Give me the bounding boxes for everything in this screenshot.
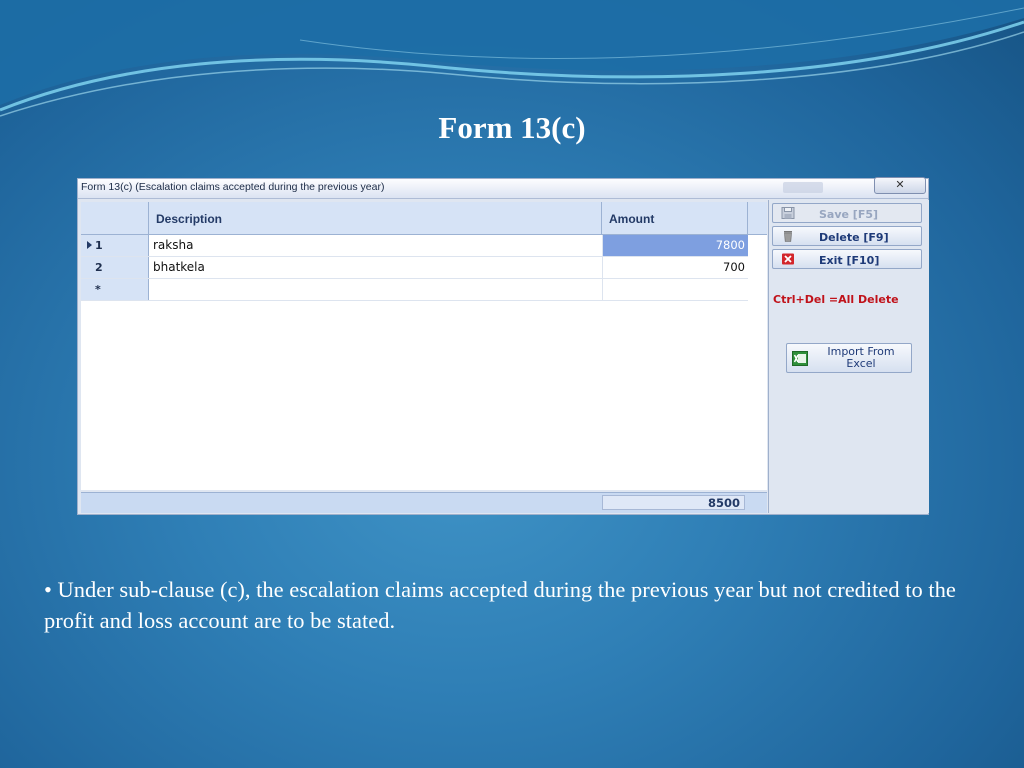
save-button[interactable]: Save [F5] <box>772 203 922 223</box>
form-window: Form 13(c) (Escalation claims accepted d… <box>77 177 929 515</box>
column-header-label: Description <box>156 212 223 226</box>
row-number: 2 <box>95 261 103 274</box>
column-header-label: Amount <box>609 212 655 226</box>
column-header-description[interactable]: Description <box>149 202 602 235</box>
save-button-label: Save [F5] <box>819 208 879 221</box>
amount-cell[interactable]: 7800 <box>602 235 748 256</box>
import-label-line2: Excel <box>846 357 876 370</box>
row-header[interactable]: 2 <box>81 257 149 278</box>
table-row[interactable]: 2 bhatkela 700 <box>81 257 748 279</box>
column-header-filler <box>748 202 767 235</box>
row-number: 1 <box>95 239 103 252</box>
amount-cell[interactable]: 700 <box>602 257 748 278</box>
row-header[interactable]: * <box>81 279 149 300</box>
new-row[interactable]: * <box>81 279 748 301</box>
row-header[interactable]: 1 <box>81 235 149 256</box>
description-cell[interactable]: bhatkela <box>153 260 205 274</box>
slide-title: Form 13(c) <box>438 110 586 145</box>
grid-footer: 8500 <box>81 492 767 513</box>
delete-button-label: Delete [F9] <box>819 231 889 244</box>
row-header-corner <box>81 202 149 235</box>
window-title: Form 13(c) (Escalation claims accepted d… <box>81 181 385 193</box>
bullet-text: • Under sub-clause (c), the escalation c… <box>44 577 956 633</box>
exit-button[interactable]: Exit [F10] <box>772 249 922 269</box>
delete-button[interactable]: Delete [F9] <box>772 226 922 246</box>
table-row[interactable]: 1 raksha 7800 <box>81 235 748 257</box>
floppy-disk-icon <box>781 207 795 219</box>
excel-icon <box>792 351 808 366</box>
total-amount: 8500 <box>602 495 745 510</box>
column-header-amount[interactable]: Amount <box>602 202 748 235</box>
current-row-arrow-icon <box>87 241 92 249</box>
new-row-marker-icon: * <box>95 283 101 296</box>
amount-cell[interactable] <box>602 279 748 300</box>
close-icon <box>782 253 794 265</box>
import-excel-button[interactable]: Import From Excel <box>786 343 912 373</box>
action-panel: Save [F5] Delete [F9] Exit [F10] Ctrl+De… <box>768 200 929 513</box>
data-grid: Description Amount 1 raksha 7800 2 bhatk… <box>81 202 767 490</box>
exit-button-label: Exit [F10] <box>819 254 880 267</box>
delete-all-hint: Ctrl+Del =All Delete <box>773 293 899 306</box>
titlebar-placeholder <box>783 182 823 193</box>
close-button[interactable]: ✕ <box>874 177 926 194</box>
window-titlebar: Form 13(c) (Escalation claims accepted d… <box>78 177 928 199</box>
trash-icon <box>784 231 792 242</box>
description-cell[interactable]: raksha <box>153 238 193 252</box>
